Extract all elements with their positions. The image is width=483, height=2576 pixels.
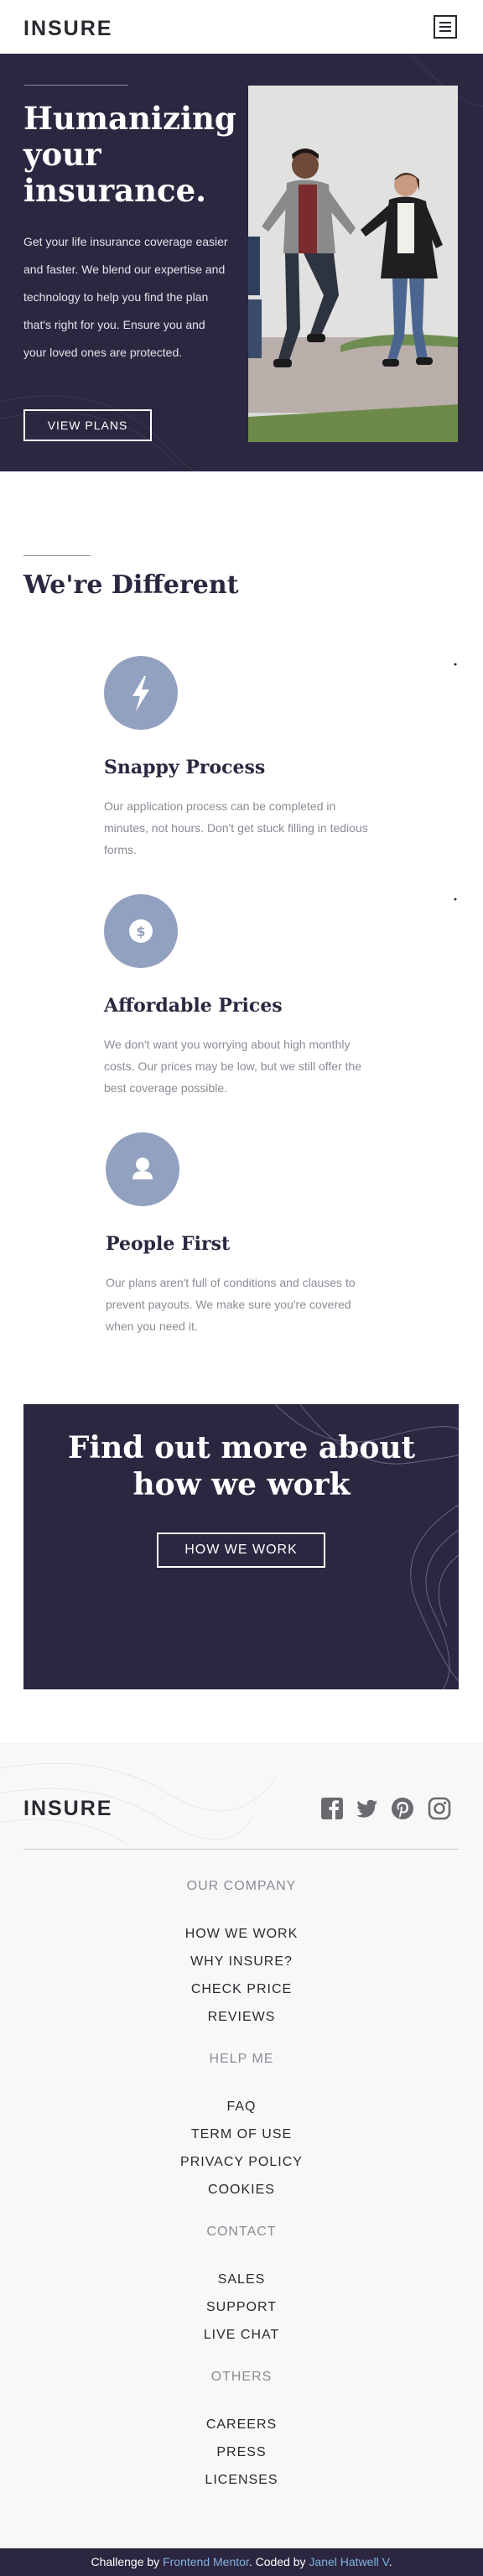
footer-logo[interactable]: INSURE [23, 1797, 112, 1821]
instagram-icon[interactable] [428, 1797, 451, 1820]
author-link[interactable]: Janel Hatwell V [309, 2555, 388, 2568]
pinterest-icon[interactable] [391, 1797, 414, 1820]
hero-title: Humanizing your insurance. [23, 100, 236, 209]
footer-link[interactable]: WHY INSURE? [0, 1954, 483, 1970]
footer-heading-company: OUR COMPANY [186, 1879, 297, 1893]
section-divider [23, 555, 91, 556]
feature-title: Affordable Prices [104, 995, 283, 1017]
facebook-icon[interactable] [320, 1797, 344, 1820]
dollar-icon: $ [104, 894, 178, 968]
footer-heading-contact: CONTACT [206, 2225, 277, 2239]
footer-link[interactable]: PRESS [0, 2445, 483, 2460]
site-footer: INSURE OUR COMPANY HOW WE WORK WHY INSUR… [0, 1743, 483, 2548]
footer-divider [23, 1849, 459, 1850]
feature-text: Our plans aren't full of conditions and … [106, 1276, 356, 1333]
footer-link[interactable]: LICENSES [0, 2473, 483, 2488]
twitter-icon[interactable] [354, 1797, 377, 1820]
footer-heading-others: OTHERS [210, 2370, 273, 2384]
footer-link[interactable]: SUPPORT [0, 2300, 483, 2315]
how-we-work-banner: Find out more about how we work HOW WE W… [23, 1404, 459, 1689]
frontend-mentor-link[interactable]: Frontend Mentor [163, 2555, 249, 2568]
person-icon [106, 1132, 179, 1206]
section-title: We're Different [23, 570, 239, 600]
footer-link[interactable]: SALES [0, 2272, 483, 2287]
feature-text: We don't want you worrying about high mo… [104, 1038, 362, 1095]
footer-link[interactable]: PRIVACY POLICY [0, 2155, 483, 2170]
logo[interactable]: INSURE [23, 17, 112, 41]
footer-link[interactable]: HOW WE WORK [0, 1927, 483, 1942]
attribution-prefix: Challenge by [91, 2555, 164, 2568]
footer-link[interactable]: TERM OF USE [0, 2127, 483, 2142]
hero-photo [248, 86, 458, 442]
feature-title: People First [106, 1233, 231, 1255]
cta-title: Find out more about how we work [67, 1430, 416, 1502]
footer-link[interactable]: COOKIES [0, 2183, 483, 2198]
hero-section: Humanizing your insurance. Get your life… [0, 54, 483, 471]
footer-link[interactable]: CAREERS [0, 2417, 483, 2433]
attribution-middle: . Coded by [248, 2555, 309, 2568]
view-plans-button[interactable]: VIEW PLANS [23, 409, 152, 441]
feature-text: Our application process can be completed… [104, 799, 368, 856]
footer-link[interactable]: FAQ [0, 2100, 483, 2115]
attribution-bar: Challenge by Frontend Mentor. Coded by J… [0, 2548, 483, 2576]
decorative-dot [454, 898, 457, 901]
site-header: INSURE [0, 0, 483, 54]
hamburger-icon[interactable] [434, 15, 457, 39]
feature-title: Snappy Process [104, 757, 266, 778]
lightning-icon [104, 656, 178, 730]
footer-link[interactable]: REVIEWS [0, 2010, 483, 2025]
decorative-dot [454, 663, 457, 666]
hero-divider [24, 85, 128, 86]
attribution-suffix: . [388, 2555, 392, 2568]
footer-heading-help: HELP ME [209, 2052, 274, 2066]
how-we-work-button[interactable]: HOW WE WORK [157, 1533, 325, 1568]
footer-link[interactable]: LIVE CHAT [0, 2328, 483, 2343]
svg-text:$: $ [136, 924, 145, 939]
hero-description: Get your life insurance coverage easier … [23, 235, 228, 359]
footer-link[interactable]: CHECK PRICE [0, 1982, 483, 1997]
